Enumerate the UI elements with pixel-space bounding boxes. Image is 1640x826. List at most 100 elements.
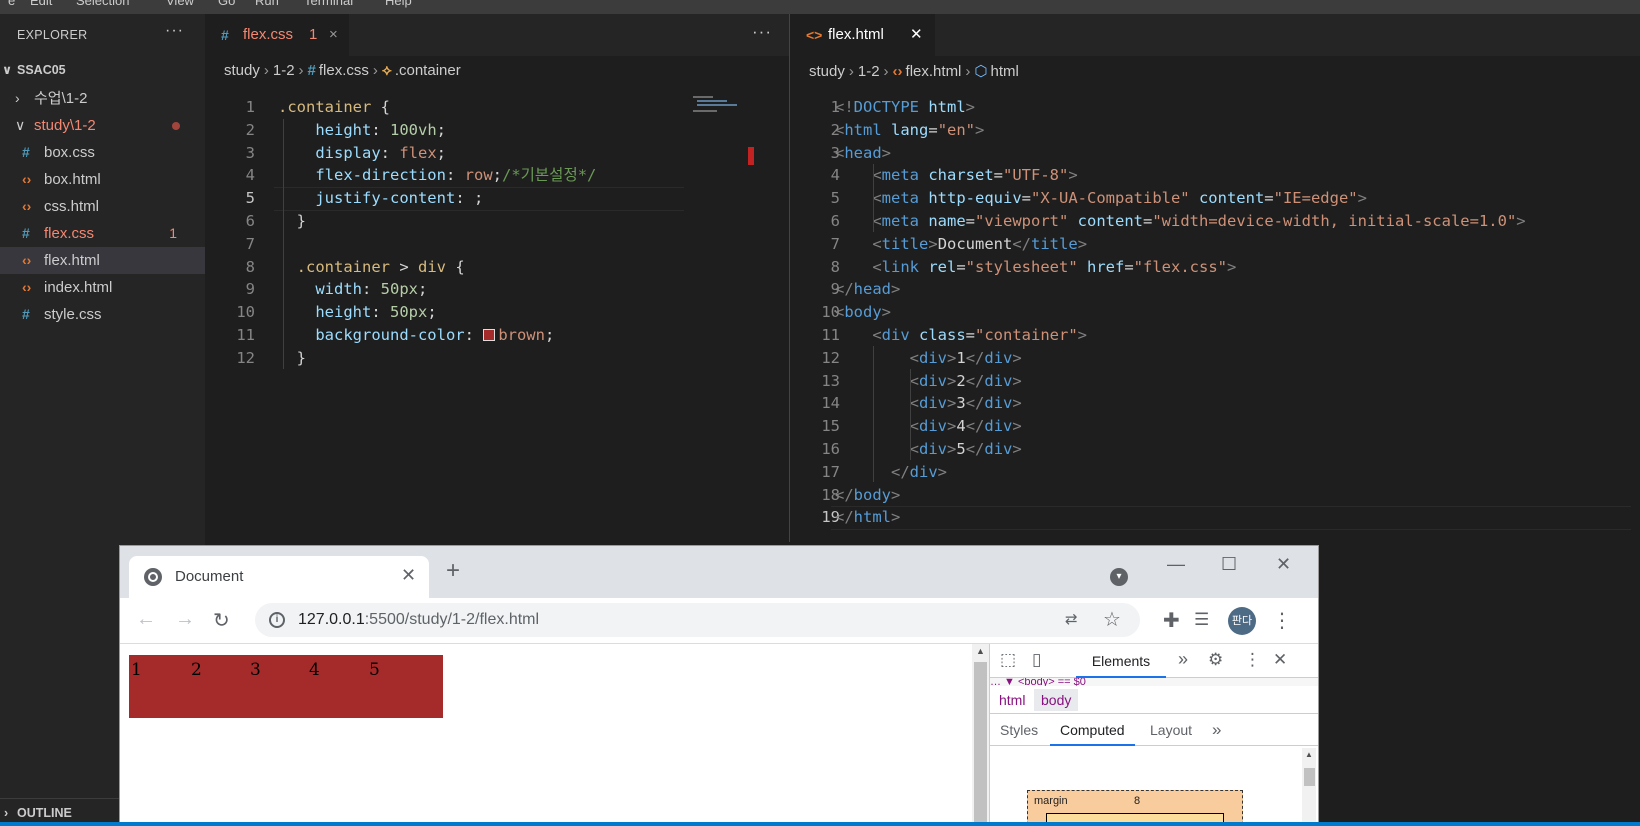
- page-scrollbar[interactable]: ▲: [972, 644, 989, 826]
- breadcrumb-item[interactable]: study: [809, 63, 845, 80]
- breadcrumb-item[interactable]: 1-2: [273, 62, 295, 79]
- code-line[interactable]: </html>: [835, 506, 900, 530]
- tab-layout[interactable]: Layout: [1140, 714, 1202, 746]
- code-line[interactable]: .container {: [278, 96, 390, 120]
- dom-crumb-body[interactable]: body: [1034, 689, 1079, 711]
- code-line[interactable]: display: flex;: [278, 142, 446, 166]
- menu-edit[interactable]: Edit: [30, 0, 52, 8]
- menu-help[interactable]: Help: [385, 0, 412, 8]
- code-line[interactable]: <body>: [835, 301, 891, 325]
- menu-go[interactable]: Go: [218, 0, 235, 8]
- code-line[interactable]: </head>: [835, 278, 900, 302]
- code-line[interactable]: <meta http-equiv="X-UA-Compatible" conte…: [835, 187, 1367, 211]
- breadcrumb-item[interactable]: 1-2: [858, 63, 880, 80]
- customize-menu-icon[interactable]: ⋮: [1244, 650, 1261, 670]
- reading-list-icon[interactable]: ☰: [1194, 610, 1209, 630]
- file-box-css[interactable]: # box.css: [0, 139, 205, 166]
- code-line[interactable]: <div class="container">: [835, 324, 1087, 348]
- color-swatch-icon[interactable]: [483, 329, 496, 341]
- code-line[interactable]: <div>5</div>: [835, 438, 1022, 462]
- scroll-up-icon[interactable]: ▲: [1305, 750, 1313, 759]
- site-info-icon[interactable]: i: [269, 612, 285, 628]
- file-box-html[interactable]: ‹› box.html: [0, 166, 205, 193]
- close-icon[interactable]: ×: [329, 14, 338, 56]
- code-line[interactable]: <div>4</div>: [835, 415, 1022, 439]
- folder-study[interactable]: ∨ study\1-2: [0, 112, 205, 139]
- new-tab-icon[interactable]: +: [446, 559, 460, 583]
- code-line[interactable]: <head>: [835, 142, 891, 166]
- close-icon[interactable]: ✕: [910, 14, 923, 56]
- code-line[interactable]: <meta name="viewport" content="width=dev…: [835, 210, 1525, 234]
- code-line[interactable]: justify-content: ;: [278, 187, 483, 211]
- more-subtabs-icon[interactable]: »: [1202, 714, 1231, 746]
- minimize-icon[interactable]: —: [1167, 554, 1185, 575]
- tab-flex-html[interactable]: <> flex.html ✕: [790, 14, 935, 56]
- browser-tab[interactable]: Document ✕: [129, 556, 429, 598]
- breadcrumb-item[interactable]: flex.css: [319, 62, 369, 79]
- code-line[interactable]: height: 50px;: [278, 301, 436, 325]
- menu-file[interactable]: e: [8, 0, 15, 8]
- file-flex-html[interactable]: ‹› flex.html: [0, 247, 205, 274]
- scrollbar-thumb[interactable]: [1304, 768, 1315, 786]
- breadcrumb-item[interactable]: study: [224, 62, 260, 79]
- menu-selection[interactable]: Selection: [76, 0, 129, 8]
- bookmark-star-icon[interactable]: ☆: [1103, 607, 1121, 632]
- tab-search-icon[interactable]: ▾: [1110, 568, 1128, 586]
- breadcrumb-item[interactable]: flex.html: [906, 63, 962, 80]
- minimap[interactable]: [693, 96, 743, 116]
- scrollbar-thumb[interactable]: [974, 662, 987, 826]
- breadcrumb-item[interactable]: html: [991, 63, 1019, 80]
- maximize-icon[interactable]: ☐: [1221, 554, 1237, 575]
- code-line[interactable]: <!DOCTYPE html>: [835, 96, 975, 120]
- box-model-margin-value[interactable]: 8: [1134, 795, 1140, 807]
- breadcrumb-item[interactable]: .container: [395, 62, 461, 79]
- menu-view[interactable]: View: [166, 0, 194, 8]
- code-line[interactable]: height: 100vh;: [278, 119, 446, 143]
- more-actions-icon[interactable]: ···: [165, 22, 184, 40]
- devtools-scrollbar[interactable]: ▲: [1302, 748, 1316, 826]
- device-toolbar-icon[interactable]: ▯: [1032, 650, 1041, 670]
- chrome-menu-icon[interactable]: ⋮: [1272, 608, 1292, 633]
- dom-crumb-html[interactable]: html: [992, 689, 1032, 711]
- back-icon[interactable]: ←: [136, 608, 156, 631]
- tab-computed[interactable]: Computed: [1050, 714, 1135, 746]
- menu-run[interactable]: Run: [255, 0, 279, 8]
- close-tab-icon[interactable]: ✕: [401, 565, 416, 586]
- reload-icon[interactable]: ↻: [213, 608, 230, 633]
- tab-flex-css[interactable]: # flex.css 1 ×: [205, 14, 349, 56]
- file-index-html[interactable]: ‹› index.html: [0, 274, 205, 301]
- folder-class[interactable]: › 수업\1-2: [0, 85, 205, 112]
- more-actions-icon[interactable]: ···: [752, 22, 772, 42]
- code-line[interactable]: <html lang="en">: [835, 119, 984, 143]
- translate-icon[interactable]: ⇄: [1065, 610, 1078, 628]
- extensions-icon[interactable]: ✚: [1163, 608, 1180, 633]
- code-line[interactable]: </div>: [835, 461, 947, 485]
- code-line[interactable]: <title>Document</title>: [835, 233, 1087, 257]
- code-line[interactable]: <link rel="stylesheet" href="flex.css">: [835, 256, 1236, 280]
- menu-terminal[interactable]: Terminal: [304, 0, 353, 8]
- close-devtools-icon[interactable]: ✕: [1273, 650, 1287, 670]
- more-tabs-icon[interactable]: »: [1178, 649, 1188, 670]
- code-line[interactable]: <div>2</div>: [835, 370, 1022, 394]
- address-bar[interactable]: i 127.0.0.1:5500/study/1-2/flex.html ⇄ ☆: [255, 603, 1140, 637]
- code-line[interactable]: .container > div {: [278, 256, 465, 280]
- code-line[interactable]: background-color: brown;: [278, 324, 554, 348]
- file-style-css[interactable]: # style.css: [0, 301, 205, 328]
- window-close-icon[interactable]: ✕: [1276, 554, 1291, 575]
- code-line[interactable]: width: 50px;: [278, 278, 427, 302]
- file-css-html[interactable]: ‹› css.html: [0, 193, 205, 220]
- code-line[interactable]: flex-direction: row;/*기본설정*/: [278, 164, 596, 188]
- code-line[interactable]: <div>1</div>: [835, 347, 1022, 371]
- file-flex-css[interactable]: # flex.css 1: [0, 220, 205, 247]
- code-line[interactable]: </body>: [835, 484, 900, 508]
- tab-styles[interactable]: Styles: [990, 714, 1048, 746]
- code-line[interactable]: <div>3</div>: [835, 392, 1022, 416]
- settings-gear-icon[interactable]: ⚙: [1208, 650, 1223, 670]
- workspace-root[interactable]: ∨ SSAC05: [2, 63, 66, 77]
- inspect-element-icon[interactable]: ⬚: [1000, 650, 1016, 670]
- profile-avatar[interactable]: 판다: [1228, 607, 1256, 635]
- tab-elements[interactable]: Elements: [1076, 644, 1166, 678]
- scroll-up-icon[interactable]: ▲: [976, 646, 985, 656]
- code-line[interactable]: <meta charset="UTF-8">: [835, 164, 1077, 188]
- forward-icon[interactable]: →: [175, 608, 195, 631]
